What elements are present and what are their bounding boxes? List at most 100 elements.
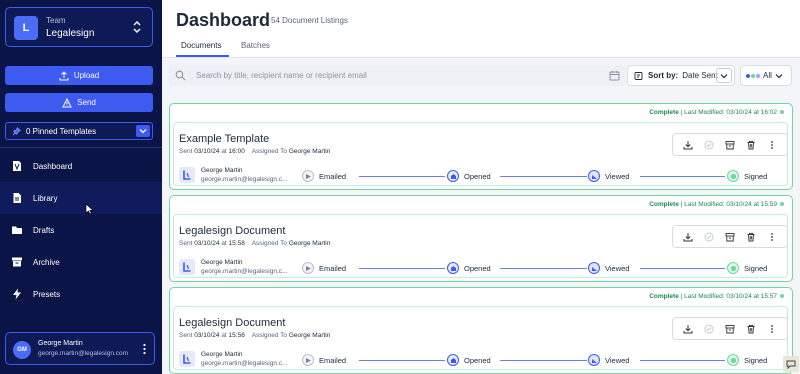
user-profile[interactable]: GM George Martin george.martin@legalesig… (5, 332, 155, 365)
status-filter[interactable]: All (740, 65, 792, 86)
check-circle-icon[interactable] (704, 140, 714, 150)
tab-documents[interactable]: Documents (181, 41, 221, 50)
archive-icon[interactable] (725, 140, 735, 150)
step-connector (500, 176, 587, 177)
send-button[interactable]: Send (5, 93, 153, 112)
active-tab-indicator (176, 55, 229, 57)
envelope-open-icon (447, 262, 459, 274)
chevron-down-icon (775, 73, 783, 78)
trash-icon[interactable] (746, 324, 756, 334)
sidebar-item-label: Drafts (33, 225, 55, 235)
signer-signature-icon (179, 351, 195, 367)
sort-selector[interactable]: Sort by: Date Sent (627, 65, 735, 86)
trash-icon[interactable] (746, 232, 756, 242)
sent-prefix: Sent (179, 148, 193, 155)
step-viewed: Viewed (588, 354, 629, 366)
step-label: Signed (744, 171, 768, 181)
check-circle-icon[interactable] (704, 324, 714, 334)
send-icon (62, 97, 72, 107)
team-name: Legalesign (46, 28, 95, 39)
tab-batches[interactable]: Batches (241, 41, 270, 50)
step-opened: Opened (447, 262, 491, 274)
assigned-to: George Martin (288, 332, 331, 339)
step-label: Opened (464, 263, 491, 273)
step-opened: Opened (447, 354, 491, 366)
status-badge: Complete (649, 293, 679, 300)
sent-prefix: Sent (179, 332, 193, 339)
trash-icon[interactable] (746, 140, 756, 150)
last-modified: Last Modified: 03/10/24 at 16:02 (684, 109, 777, 116)
assigned-to: George Martin (288, 240, 331, 247)
document-title[interactable]: Example Template (179, 133, 269, 145)
status-dot (780, 110, 784, 115)
eye-icon (588, 170, 600, 182)
status-dots-icon (746, 73, 760, 78)
signer-name: George Martin (201, 259, 243, 266)
document-title[interactable]: Legalesign Document (179, 225, 285, 237)
chevron-down-icon (720, 73, 728, 78)
document-card[interactable]: Complete | Last Modified: 03/10/24 at 15… (169, 195, 793, 282)
sidebar-item-presets[interactable]: Presets (0, 278, 162, 310)
archive-icon[interactable] (725, 232, 735, 242)
download-icon[interactable] (683, 232, 693, 242)
sent-time: 16:00 (228, 148, 245, 155)
sidebar-item-dashboard[interactable]: Dashboard (0, 150, 162, 182)
upload-icon (59, 70, 69, 80)
document-card[interactable]: Complete | Last Modified: 03/10/24 at 15… (169, 287, 793, 374)
card-body: Legalesign Document Sent 03/10/24 at 15:… (173, 306, 788, 370)
pinned-dropdown-button[interactable] (136, 125, 150, 137)
step-connector (359, 268, 445, 269)
more-vertical-icon[interactable] (143, 343, 146, 355)
signed-check-icon (727, 170, 739, 182)
sort-icon (634, 71, 643, 80)
document-meta: Sent 03/10/24 at 15:56 Assigned To Georg… (179, 332, 330, 339)
signer-name: George Martin (201, 351, 243, 358)
pinned-templates-selector[interactable]: 0 Pinned Templates (5, 122, 153, 140)
team-label: Team (46, 16, 66, 25)
envelope-open-icon (447, 354, 459, 366)
filter-value: All (763, 71, 772, 80)
step-signed: Signed (727, 262, 767, 274)
download-icon[interactable] (683, 140, 693, 150)
step-connector (359, 176, 445, 177)
card-status: Complete | Last Modified: 03/10/24 at 16… (649, 109, 784, 116)
more-vertical-icon[interactable] (767, 232, 777, 242)
signer-email: george.martin@legalesign.c... (201, 360, 288, 367)
more-vertical-icon[interactable] (767, 140, 777, 150)
team-switcher[interactable]: L Team Legalesign (5, 7, 153, 47)
signed-check-icon (727, 262, 739, 274)
sort-dropdown-button[interactable] (716, 68, 732, 83)
sent-prefix: Sent (179, 240, 193, 247)
archive-icon[interactable] (725, 324, 735, 334)
pin-icon (12, 126, 21, 135)
assigned-prefix: Assigned To (251, 148, 287, 155)
sidebar-item-drafts[interactable]: Drafts (0, 214, 162, 246)
last-modified: Last Modified: 03/10/24 at 15:57 (684, 293, 777, 300)
team-badge: L (14, 16, 38, 40)
avatar: GM (13, 341, 31, 359)
page-title: Dashboard (176, 10, 271, 30)
sidebar-item-archive[interactable]: Archive (0, 246, 162, 278)
sidebar-item-library[interactable]: Library (0, 182, 162, 214)
search-bar[interactable]: Search by title, recipient name or recip… (169, 65, 626, 86)
upload-label: Upload (73, 71, 100, 80)
check-circle-icon[interactable] (704, 232, 714, 242)
download-icon[interactable] (683, 324, 693, 334)
sent-at: at (221, 240, 227, 247)
sidebar-item-label: Dashboard (33, 161, 73, 171)
signed-check-icon (727, 354, 739, 366)
sent-date: 03/10/24 (194, 240, 220, 247)
step-viewed: Viewed (588, 262, 629, 274)
calendar-icon[interactable] (609, 70, 620, 81)
sort-prefix: Sort by: (648, 71, 679, 80)
search-input[interactable]: Search by title, recipient name or recip… (196, 71, 367, 80)
step-connector (640, 176, 725, 177)
step-connector (500, 268, 587, 269)
chat-icon[interactable] (783, 356, 799, 372)
document-card[interactable]: Complete | Last Modified: 03/10/24 at 16… (169, 103, 793, 190)
more-vertical-icon[interactable] (767, 324, 777, 334)
upload-button[interactable]: Upload (5, 66, 153, 85)
archive-icon (12, 257, 22, 267)
sidebar: L Team Legalesign Upload Send 0 Pinned T… (0, 0, 162, 374)
document-title[interactable]: Legalesign Document (179, 317, 285, 329)
